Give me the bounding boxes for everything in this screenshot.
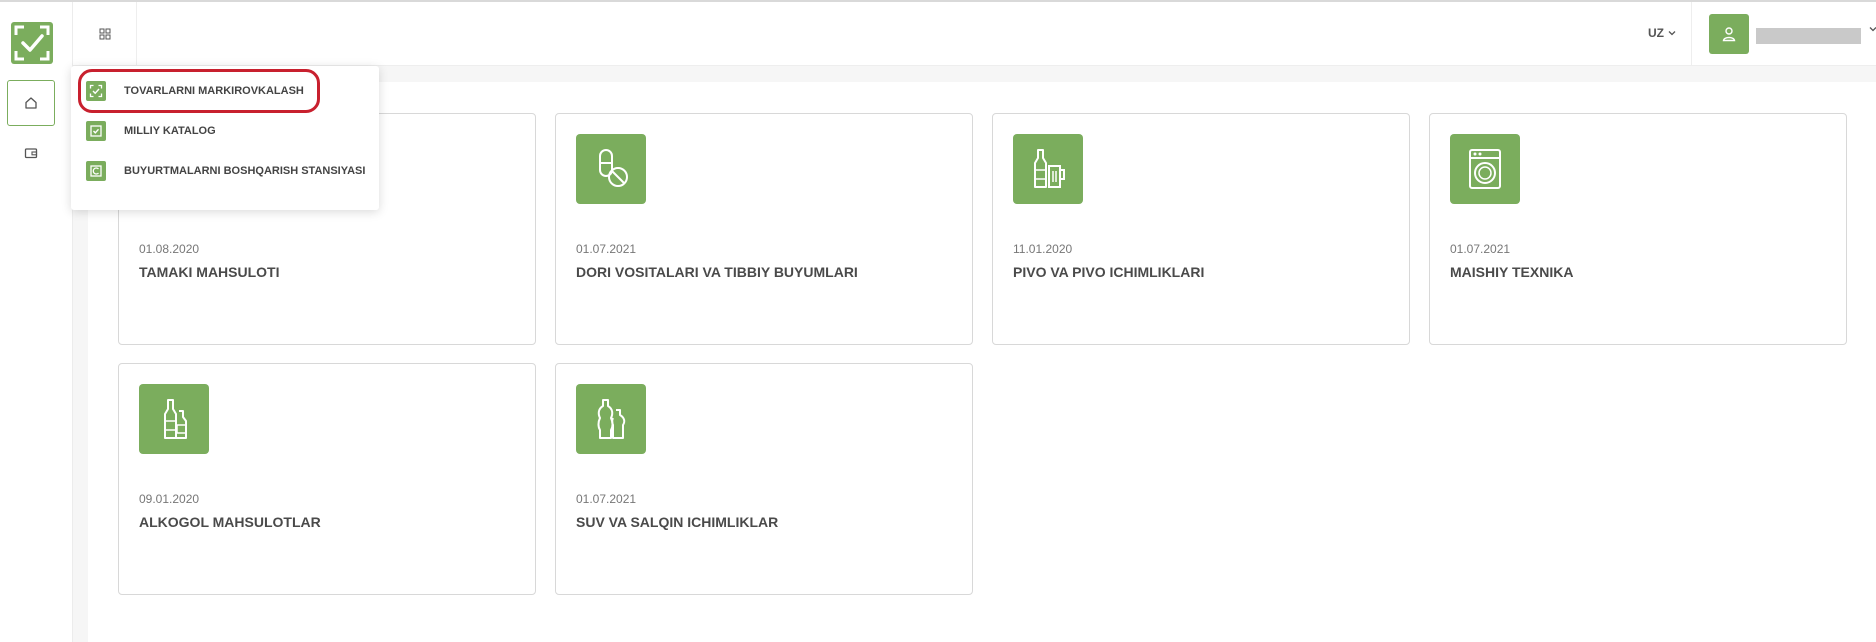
- wallet-nav-button[interactable]: [7, 130, 55, 176]
- home-icon: [25, 97, 37, 109]
- card-date: 01.07.2021: [576, 492, 637, 506]
- card-title: SUV VA SALQIN ICHIMLIKLAR: [576, 514, 779, 530]
- logo[interactable]: [11, 22, 53, 64]
- home-nav-button[interactable]: [7, 80, 55, 126]
- card-date: 09.01.2020: [139, 492, 200, 506]
- product-card-medicine[interactable]: 01.07.2021 DORI VOSITALARI VA TIBBIY BUY…: [555, 113, 973, 345]
- product-card-appliances[interactable]: 01.07.2021 MAISHIY TEXNIKA: [1429, 113, 1847, 345]
- wallet-icon: [24, 148, 38, 159]
- product-card-water[interactable]: 01.07.2021 SUV VA SALQIN ICHIMLIKLAR: [555, 363, 973, 595]
- username-redacted[interactable]: [1756, 28, 1861, 44]
- card-title: PIVO VA PIVO ICHIMLIKLARI: [1013, 264, 1205, 280]
- beer-icon: [1013, 134, 1083, 204]
- sidebar: [0, 2, 73, 642]
- avatar[interactable]: [1709, 14, 1749, 54]
- chevron-down-icon: [1668, 31, 1676, 36]
- card-date: 01.07.2021: [576, 242, 637, 256]
- card-date: 01.07.2021: [1450, 242, 1511, 256]
- grid-icon: [99, 28, 110, 40]
- user-icon: [1722, 27, 1736, 42]
- card-date: 01.08.2020: [139, 242, 200, 256]
- user-chevron-icon[interactable]: [1869, 26, 1876, 32]
- pills-icon: [576, 134, 646, 204]
- menu-item-label: BUYURTMALARNI BOSHQARISH STANSIYASI: [124, 165, 366, 177]
- apps-dropdown-menu: TOVARLARNI MARKIROVKALASH MILLIY KATALOG…: [71, 66, 379, 210]
- card-title: DORI VOSITALARI VA TIBBIY BUYUMLARI: [576, 264, 858, 280]
- logo-icon: [14, 25, 50, 61]
- card-title: TAMAKI MAHSULOTI: [139, 264, 280, 280]
- station-icon: [86, 161, 106, 181]
- checkbox-icon: [86, 121, 106, 141]
- menu-item-milliy-katalog[interactable]: MILLIY KATALOG: [71, 111, 379, 151]
- water-bottles-icon: [576, 384, 646, 454]
- card-title: MAISHIY TEXNIKA: [1450, 264, 1574, 280]
- language-selector[interactable]: UZ: [1648, 26, 1676, 40]
- washing-machine-icon: [1450, 134, 1520, 204]
- menu-item-label: MILLIY KATALOG: [124, 125, 216, 137]
- product-card-alcohol[interactable]: 09.01.2020 ALKOGOL MAHSULOTLAR: [118, 363, 536, 595]
- product-card-beer[interactable]: 11.01.2020 PIVO VA PIVO ICHIMLIKLARI: [992, 113, 1410, 345]
- card-date: 11.01.2020: [1013, 242, 1073, 256]
- language-label: UZ: [1648, 26, 1664, 40]
- header-divider: [1691, 2, 1692, 66]
- header: UZ: [73, 2, 1876, 66]
- scan-check-icon: [86, 81, 106, 101]
- menu-item-label: TOVARLARNI MARKIROVKALASH: [124, 85, 304, 97]
- alcohol-bottles-icon: [139, 384, 209, 454]
- apps-menu-button[interactable]: [73, 2, 137, 66]
- menu-item-markirovka[interactable]: TOVARLARNI MARKIROVKALASH: [71, 71, 379, 111]
- card-title: ALKOGOL MAHSULOTLAR: [139, 514, 321, 530]
- menu-item-orders-station[interactable]: BUYURTMALARNI BOSHQARISH STANSIYASI: [71, 151, 379, 191]
